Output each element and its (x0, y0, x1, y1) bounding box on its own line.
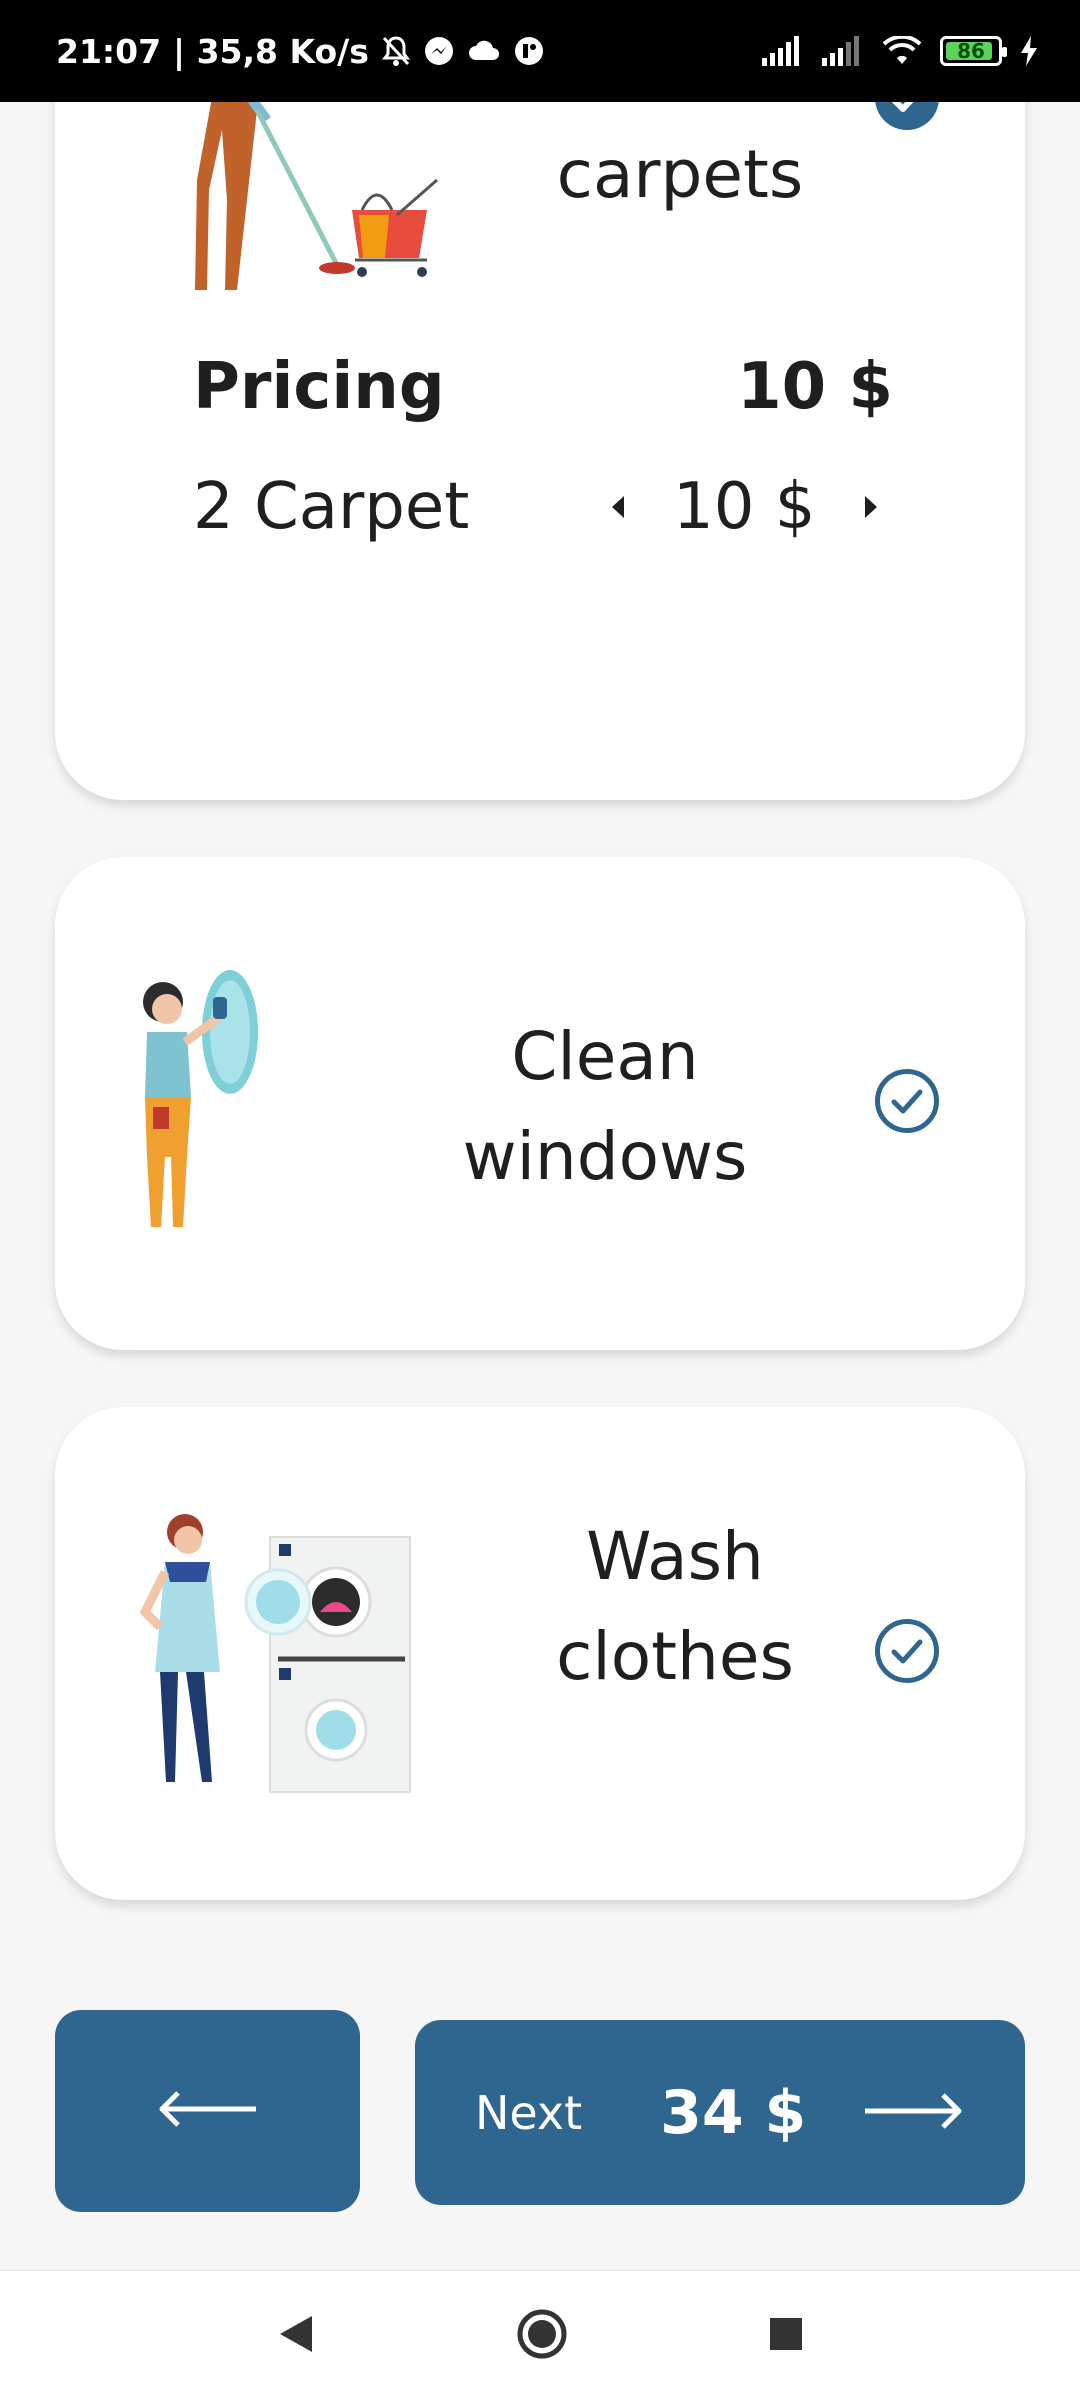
service-title-line2: carpets (556, 136, 804, 213)
wifi-icon (882, 36, 922, 66)
service-title-line1: Wash (586, 1518, 764, 1595)
service-title: Wash clothes (475, 1507, 875, 1707)
service-title-line1: Clean (511, 1018, 699, 1095)
pricing-label: Pricing (193, 350, 445, 424)
pricing-value: 10 $ (737, 350, 893, 424)
arrow-left-icon (156, 2089, 260, 2133)
service-card-clean-windows[interactable]: Clean windows (55, 857, 1025, 1350)
service-card-wash-clothes[interactable]: Wash clothes (55, 1407, 1025, 1900)
nav-back-icon[interactable] (276, 2313, 316, 2359)
signal-icon (762, 36, 804, 66)
pricing-row: Pricing 10 $ (193, 350, 893, 424)
status-net-speed: | 35,8 Ko/s (173, 31, 369, 71)
system-navigation-bar (0, 2270, 1080, 2400)
laundry-illustration (130, 1512, 430, 1797)
quantity-value: 10 $ (673, 470, 816, 544)
status-bar: 21:07 | 35,8 Ko/s 86 (0, 0, 1080, 102)
charging-icon (1020, 36, 1038, 66)
decrease-arrow-icon[interactable] (603, 492, 633, 522)
status-time: 21:07 (56, 31, 162, 71)
nav-home-icon[interactable] (516, 2308, 568, 2364)
signal-icon-2 (822, 36, 864, 66)
battery-level: 86 (957, 39, 985, 63)
nav-recents-icon[interactable] (768, 2316, 804, 2356)
window-cleaning-illustration (125, 957, 275, 1247)
back-button[interactable] (55, 2010, 360, 2212)
quantity-label: 2 Carpet (193, 470, 470, 544)
battery-icon: 86 (940, 36, 1007, 66)
unselected-check-icon[interactable] (875, 1619, 939, 1683)
cloud-icon (467, 36, 501, 66)
bell-off-icon (381, 35, 411, 67)
total-price: 34 $ (660, 2077, 807, 2148)
service-card-clean-carpets[interactable]: Clean carpets Pricing 10 $ 2 Carpet 10 $ (55, 0, 1025, 800)
increase-arrow-icon[interactable] (856, 492, 886, 522)
service-title-line2: windows (462, 1118, 748, 1195)
service-title: Clean windows (385, 1007, 825, 1207)
arrow-right-icon (861, 2091, 965, 2135)
unselected-check-icon[interactable] (875, 1069, 939, 1133)
quantity-stepper: 10 $ (603, 470, 886, 544)
next-label: Next (475, 2085, 583, 2140)
next-button[interactable]: Next 34 $ (415, 2020, 1025, 2205)
service-title-line2: clothes (556, 1618, 794, 1695)
app-icon (513, 35, 545, 67)
messenger-icon (423, 35, 455, 67)
quantity-row: 2 Carpet 10 $ (193, 470, 953, 544)
